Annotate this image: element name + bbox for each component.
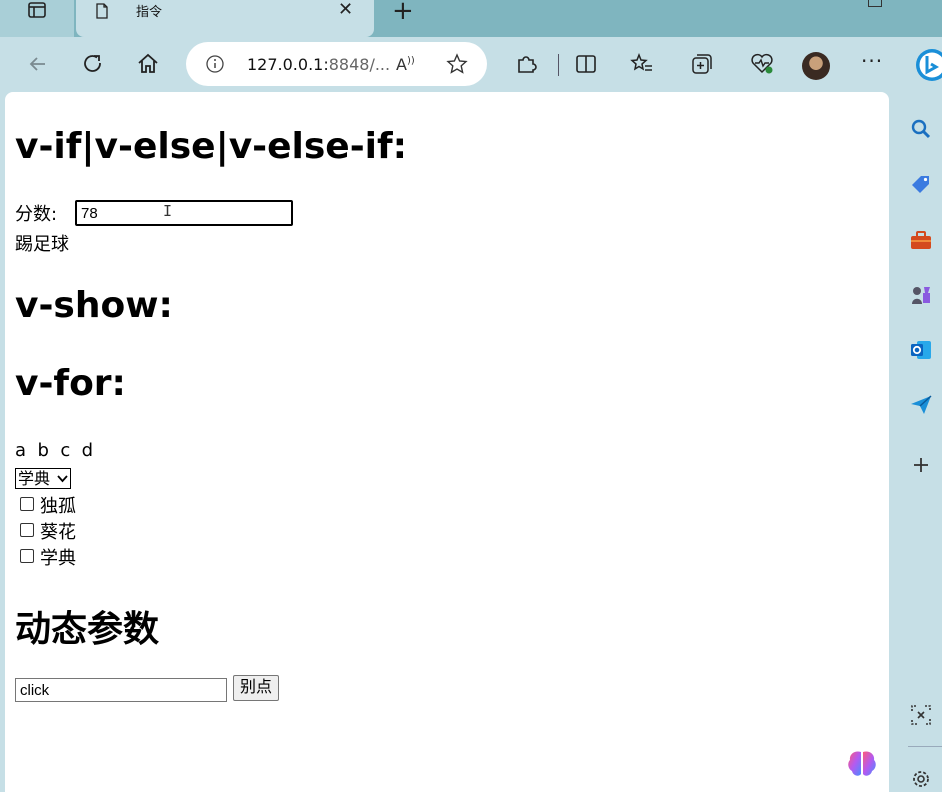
checkbox-item[interactable]: 独孤 xyxy=(20,492,76,518)
checkbox[interactable] xyxy=(20,497,34,511)
url-text[interactable]: 127.0.0.1:8848/... xyxy=(247,55,390,74)
split-screen-icon[interactable] xyxy=(573,51,599,77)
heading-v-for: v-for: xyxy=(15,363,126,404)
letters-list: a b c d xyxy=(15,440,93,461)
text-cursor-icon: I xyxy=(163,202,172,220)
sidebar-divider xyxy=(908,746,942,747)
outlook-icon[interactable] xyxy=(909,338,933,362)
page-viewport: v-if|v-else|v-else-if: 分数: I 踢足球 v-show:… xyxy=(5,92,889,792)
checkbox[interactable] xyxy=(20,523,34,537)
profile-avatar[interactable] xyxy=(802,52,830,80)
edge-sidebar xyxy=(890,93,942,789)
checkbox-label: 独孤 xyxy=(40,496,76,517)
url-host: 127.0.0.1: xyxy=(247,55,329,74)
restore-window-icon[interactable] xyxy=(868,0,882,7)
read-aloud-label: A xyxy=(396,55,407,74)
heading-dynamic-params: 动态参数 xyxy=(15,600,159,652)
sidebar-settings-gear-icon[interactable] xyxy=(909,767,933,791)
close-tab-icon[interactable]: ✕ xyxy=(338,0,353,20)
checkbox-item[interactable]: 葵花 xyxy=(20,518,76,544)
checkbox-item[interactable]: 学典 xyxy=(20,544,76,570)
conditional-result-text: 踢足球 xyxy=(15,230,69,256)
read-aloud-icon[interactable]: A)) xyxy=(396,55,415,74)
chevron-down-icon xyxy=(57,475,68,483)
checkbox[interactable] xyxy=(20,549,34,563)
home-icon[interactable] xyxy=(135,51,161,77)
select-value: 学典 xyxy=(18,469,50,488)
checkbox-label: 葵花 xyxy=(40,522,76,543)
shopping-tag-icon[interactable] xyxy=(909,173,933,197)
drop-send-icon[interactable] xyxy=(909,393,933,417)
screenshot-capture-icon[interactable] xyxy=(909,703,933,727)
document-icon xyxy=(94,3,110,19)
dont-click-button[interactable]: 别点 xyxy=(233,675,279,701)
refresh-icon[interactable] xyxy=(80,51,106,77)
checkbox-label: 学典 xyxy=(40,548,76,569)
score-input[interactable] xyxy=(75,200,293,226)
tab-actions-button[interactable] xyxy=(0,0,74,37)
heading-v-if: v-if|v-else|v-else-if: xyxy=(15,126,407,167)
tab-actions-icon xyxy=(28,2,46,18)
tab-title: 指令 xyxy=(136,1,162,20)
brain-extension-icon[interactable] xyxy=(846,749,878,779)
address-bar[interactable]: 127.0.0.1:8848/... A)) xyxy=(186,42,487,86)
score-label: 分数: xyxy=(15,200,57,226)
event-name-input[interactable] xyxy=(15,678,227,702)
new-tab-icon[interactable]: + xyxy=(392,0,414,24)
favorites-icon[interactable] xyxy=(629,51,655,77)
favorite-star-icon[interactable] xyxy=(446,53,468,75)
collections-icon[interactable] xyxy=(689,51,715,77)
toolbar-divider xyxy=(558,54,559,76)
games-icon[interactable] xyxy=(909,283,933,307)
heading-v-show: v-show: xyxy=(15,285,173,326)
browser-essentials-icon[interactable] xyxy=(749,51,775,77)
tab-strip: 指令 ✕ + xyxy=(0,0,942,37)
tab-directives[interactable]: 指令 ✕ xyxy=(76,0,374,37)
browser-toolbar: 127.0.0.1:8848/... A)) ··· xyxy=(0,37,942,93)
info-icon[interactable] xyxy=(206,55,224,73)
search-icon[interactable] xyxy=(909,117,933,141)
extensions-icon[interactable] xyxy=(513,51,539,77)
back-icon[interactable] xyxy=(25,51,51,77)
tools-icon[interactable] xyxy=(909,228,933,252)
select-dropdown[interactable]: 学典 xyxy=(15,468,71,489)
bing-copilot-icon[interactable] xyxy=(914,47,942,83)
url-path: 8848/... xyxy=(329,55,390,74)
more-options-icon[interactable]: ··· xyxy=(861,49,883,73)
add-sidebar-app-icon[interactable] xyxy=(909,453,933,477)
